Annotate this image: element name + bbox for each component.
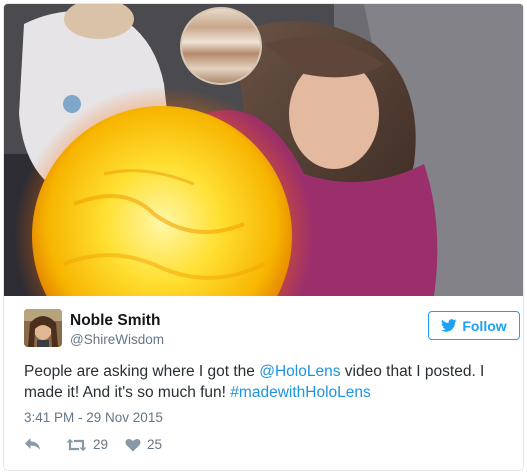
tweet-actions: 29 25 xyxy=(24,437,324,457)
tweet-text: People are asking where I got the @HoloL… xyxy=(24,361,502,403)
like-button[interactable]: 25 xyxy=(125,437,162,452)
follow-label: Follow xyxy=(462,317,507,334)
author-name[interactable]: Noble Smith xyxy=(70,312,160,330)
avatar[interactable] xyxy=(24,309,62,347)
tweet-card: Noble Smith @ShireWisdom Follow People a… xyxy=(3,3,524,471)
tweet-timestamp[interactable]: 3:41 PM - 29 Nov 2015 xyxy=(24,410,163,425)
avatar-image xyxy=(24,309,62,347)
hologram-scene-image xyxy=(4,4,523,296)
retweet-icon xyxy=(66,438,87,451)
tweet-text-part-1: People are asking where I got the xyxy=(24,363,260,380)
retweet-count: 29 xyxy=(93,437,109,452)
heart-icon xyxy=(125,438,141,451)
follow-button[interactable]: Follow xyxy=(428,311,520,340)
twitter-bird-icon xyxy=(441,319,457,332)
reply-arrow-icon xyxy=(25,438,40,450)
like-count: 25 xyxy=(147,437,163,452)
tweet-header: Noble Smith @ShireWisdom Follow xyxy=(24,309,520,353)
author-handle[interactable]: @ShireWisdom xyxy=(70,332,164,347)
mention-link[interactable]: @HoloLens xyxy=(259,363,340,380)
tweet-video-thumbnail[interactable] xyxy=(4,4,523,296)
reply-button[interactable] xyxy=(24,437,41,451)
retweet-button[interactable]: 29 xyxy=(66,437,108,452)
hashtag-link[interactable]: #madewithHoloLens xyxy=(230,384,370,401)
